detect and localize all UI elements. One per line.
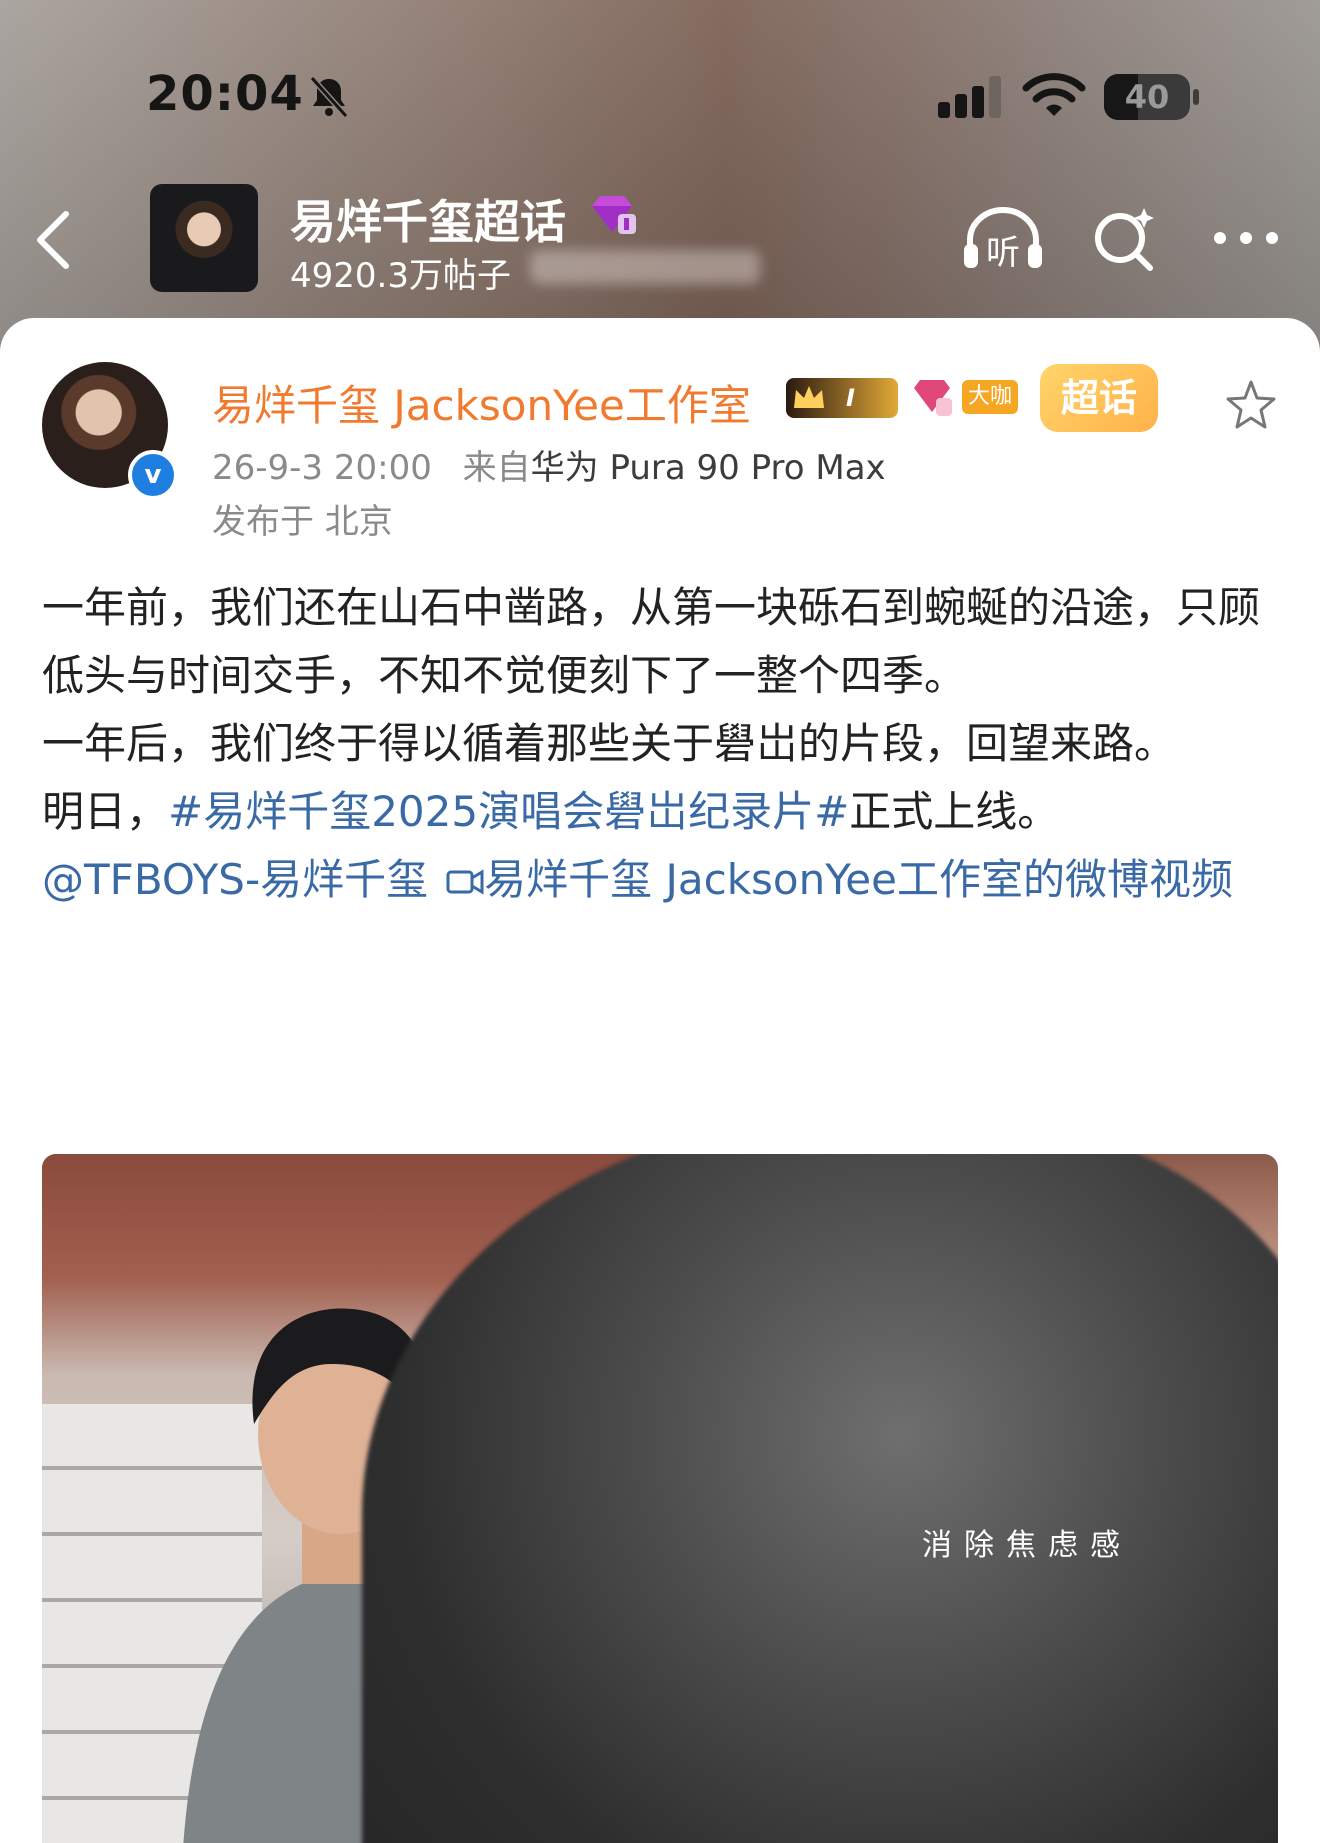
bell-muted-icon — [309, 75, 349, 119]
post-location: 发布于 北京 — [212, 502, 393, 542]
battery-icon: 40 — [1104, 74, 1200, 120]
diamond-badge-icon — [592, 196, 636, 234]
chaohua-badge[interactable]: 超话 — [1040, 364, 1158, 432]
verified-icon: v — [128, 450, 178, 500]
star-icon[interactable] — [1224, 378, 1278, 432]
crown-level-badge[interactable]: I — [786, 378, 898, 418]
video-link-text: 易烊千玺 JacksonYee工作室的微博视频 — [484, 855, 1233, 904]
badge-row: I 大咖 超话 — [786, 364, 1166, 432]
level-text: I — [846, 384, 855, 412]
post-count: 4920.3万帖子 — [290, 256, 511, 296]
paragraph-2: 一年后，我们终于得以循着那些关于礐岀的片段，回望来路。 — [42, 719, 1177, 768]
listen-icon[interactable]: 听 — [960, 204, 1046, 274]
video-caption: 消除焦虑感 — [922, 1528, 1132, 1563]
source-prefix: 来自 — [462, 448, 531, 488]
status-time: 20:04 — [146, 66, 304, 122]
page-title: 易烊千玺超话 — [290, 195, 566, 249]
paragraph-3: 明日，#易烊千玺2025演唱会礐岀纪录片#正式上线。 — [42, 778, 1282, 846]
battery-level: 40 — [1124, 78, 1170, 116]
device-name: 华为 Pura 90 Pro Max — [530, 448, 886, 488]
back-icon[interactable] — [30, 206, 76, 274]
post-meta: 26-9-3 20:00 来自华为 Pura 90 Pro Max — [212, 440, 886, 489]
more-icon[interactable] — [1210, 222, 1282, 254]
hashtag-link[interactable]: #易烊千玺2025演唱会礐岀纪录片# — [168, 787, 849, 836]
blurred-text — [530, 250, 760, 284]
search-icon[interactable] — [1090, 204, 1156, 274]
video-link[interactable]: 易烊千玺 JacksonYee工作室的微博视频 — [446, 855, 1233, 904]
post-time: 26-9-3 20:00 — [212, 448, 432, 488]
crown-icon — [794, 386, 824, 408]
paragraph-1: 一年前，我们还在山石中凿路，从第一块砾石到蜿蜒的沿途，只顾低头与时间交手，不知不… — [42, 583, 1261, 700]
wifi-icon — [1022, 73, 1086, 116]
daka-badge[interactable]: 大咖 — [962, 380, 1018, 414]
cellular-signal-icon — [938, 76, 1001, 118]
video-icon — [446, 869, 484, 895]
mention-link[interactable]: @TFBOYS-易烊千玺 — [42, 855, 428, 904]
listen-label: 听 — [986, 233, 1020, 273]
paragraph-4: @TFBOYS-易烊千玺 易烊千玺 JacksonYee工作室的微博视频 — [42, 846, 1282, 914]
topic-avatar[interactable] — [150, 184, 258, 292]
author-name[interactable]: 易烊千玺 JacksonYee工作室 — [212, 372, 751, 433]
line3-suffix: 正式上线。 — [849, 787, 1060, 836]
video-thumbnail[interactable]: 消除焦虑感 — [42, 1154, 1278, 1843]
line3-prefix: 明日， — [42, 787, 169, 836]
header-background — [0, 0, 1320, 360]
video-foreground-rock — [362, 1154, 1278, 1843]
diamond-small-icon — [914, 380, 952, 416]
post-body: 一年前，我们还在山石中凿路，从第一块砾石到蜿蜒的沿途，只顾低头与时间交手，不知不… — [42, 574, 1282, 914]
